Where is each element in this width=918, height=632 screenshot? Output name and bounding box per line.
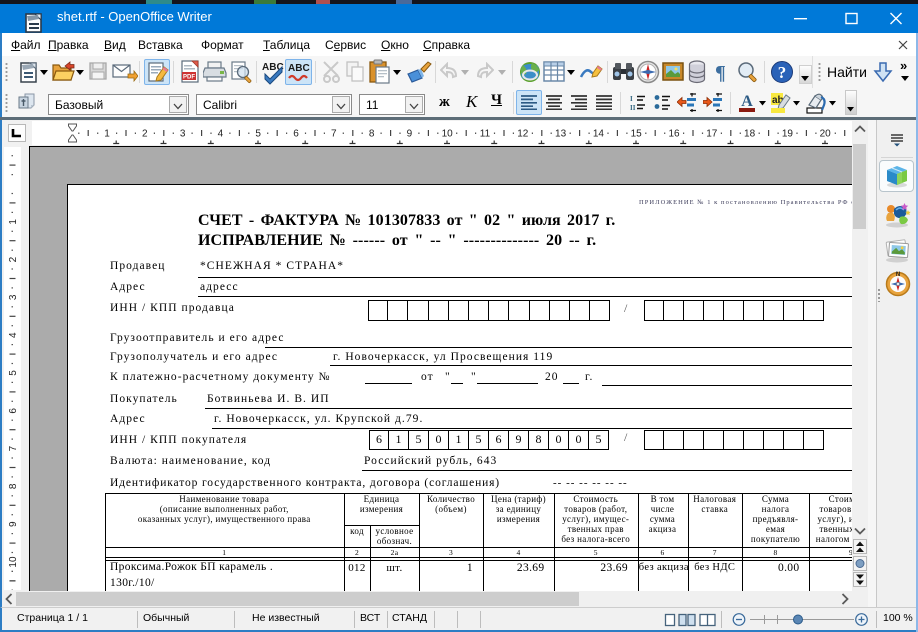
- svg-text:15: 15: [631, 129, 643, 140]
- svg-text:?: ?: [778, 63, 787, 82]
- svg-text:14: 14: [593, 129, 605, 140]
- svg-text:A: A: [741, 93, 753, 110]
- svg-text:3: 3: [8, 294, 19, 300]
- svg-text:7: 7: [8, 445, 19, 451]
- svg-text:6: 6: [8, 408, 19, 414]
- svg-text:8: 8: [8, 483, 19, 489]
- svg-text:13: 13: [555, 129, 567, 140]
- svg-text:II: II: [630, 104, 636, 111]
- svg-text:9: 9: [8, 521, 19, 527]
- svg-text:1: 1: [104, 129, 110, 140]
- svg-text:17: 17: [706, 129, 718, 140]
- svg-text:5: 5: [8, 370, 19, 376]
- svg-text:¶: ¶: [715, 62, 726, 83]
- svg-text:10: 10: [442, 129, 454, 140]
- svg-text:I: I: [630, 95, 633, 103]
- svg-text:19: 19: [782, 129, 794, 140]
- svg-text:7: 7: [331, 129, 337, 140]
- svg-text:3: 3: [180, 129, 186, 140]
- svg-text:12: 12: [517, 129, 529, 140]
- svg-text:20: 20: [820, 129, 832, 140]
- svg-text:2: 2: [142, 129, 148, 140]
- svg-text:1: 1: [8, 219, 19, 225]
- svg-text:4: 4: [218, 129, 224, 140]
- svg-text:18: 18: [744, 129, 756, 140]
- svg-text:N: N: [896, 272, 900, 278]
- svg-text:5: 5: [255, 129, 261, 140]
- svg-text:10: 10: [8, 556, 19, 568]
- svg-text:ABC: ABC: [288, 63, 310, 74]
- svg-text:4: 4: [8, 332, 19, 338]
- svg-text:16: 16: [668, 129, 680, 140]
- svg-text:11: 11: [480, 129, 491, 140]
- svg-text:8: 8: [369, 129, 375, 140]
- svg-text:2: 2: [8, 256, 19, 262]
- svg-text:PDF: PDF: [183, 75, 195, 81]
- svg-text:9: 9: [407, 129, 413, 140]
- svg-text:6: 6: [293, 129, 299, 140]
